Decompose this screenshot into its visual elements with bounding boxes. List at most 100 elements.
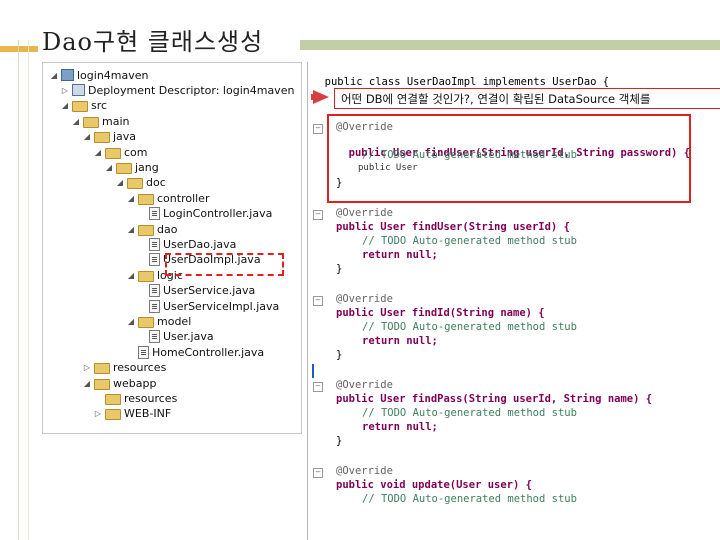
tree-item-label: webapp bbox=[113, 376, 157, 390]
fold-toggle-icon[interactable]: − bbox=[313, 382, 323, 392]
tree-item-label: Deployment Descriptor: login4maven bbox=[88, 83, 295, 97]
tree-item[interactable]: ◢ main bbox=[71, 113, 129, 129]
return-statement: return null; bbox=[362, 335, 438, 347]
callout-box: 어떤 DB에 연결할 것인가?, 연결이 확립된 DataSource 객체를 bbox=[334, 88, 720, 109]
fold-toggle-icon[interactable]: − bbox=[313, 210, 323, 220]
collapse-arrow-icon[interactable]: ◢ bbox=[126, 271, 136, 280]
collapse-arrow-icon[interactable]: ◢ bbox=[60, 101, 70, 110]
slide-title: Dao구현 클래스생성 bbox=[42, 28, 264, 56]
todo-comment: // TODO Auto-generated method stub bbox=[362, 235, 577, 247]
tree-item[interactable]: ◢ java bbox=[82, 129, 136, 145]
title-accent-left bbox=[0, 46, 38, 52]
method-signature: public void update(User user) { bbox=[336, 479, 532, 491]
file-icon bbox=[149, 330, 160, 344]
collapse-arrow-icon[interactable]: ◢ bbox=[126, 317, 136, 326]
expand-arrow-icon[interactable]: ▷ bbox=[93, 409, 103, 418]
tree-item[interactable]: ◢ controller bbox=[126, 190, 209, 206]
tree-item[interactable]: ▷ resources bbox=[82, 360, 166, 376]
folder-icon bbox=[94, 132, 110, 144]
tree-item-label: src bbox=[91, 99, 108, 113]
tree-item[interactable]: ◢ jang bbox=[104, 159, 159, 175]
tree-item-label: model bbox=[157, 314, 192, 328]
tree-item[interactable]: HomeController.java bbox=[126, 344, 264, 360]
file-icon bbox=[149, 284, 160, 298]
override-annotation: @Override bbox=[336, 293, 393, 305]
tree-item[interactable]: UserDao.java bbox=[137, 236, 236, 252]
tree-item[interactable]: LoginController.java bbox=[137, 206, 272, 222]
file-icon bbox=[149, 299, 160, 313]
class-declaration: public class UserDaoImpl implements User… bbox=[312, 64, 609, 88]
tree-item[interactable]: ▷ WEB-INF bbox=[93, 406, 171, 422]
fold-toggle-icon[interactable]: − bbox=[313, 124, 323, 134]
tree-item-label: doc bbox=[146, 176, 166, 190]
expand-arrow-icon[interactable]: ▷ bbox=[60, 86, 70, 95]
override-annotation: @Override bbox=[336, 465, 393, 477]
tree-item[interactable]: ◢ doc bbox=[115, 175, 166, 191]
file-icon bbox=[138, 345, 149, 359]
collapse-arrow-icon[interactable]: ◢ bbox=[126, 194, 136, 203]
project-explorer[interactable]: ◢ login4maven ▷ Deployment Descriptor: logi… bbox=[42, 62, 302, 434]
method-highlight-box bbox=[327, 114, 691, 203]
tree-item[interactable]: User.java bbox=[137, 329, 214, 345]
collapse-arrow-icon[interactable]: ◢ bbox=[126, 225, 136, 234]
tree-item-label: resources bbox=[124, 391, 178, 405]
folder-icon bbox=[105, 393, 121, 405]
descriptor-icon bbox=[72, 84, 85, 97]
folder-icon bbox=[127, 178, 143, 190]
method-close-brace: } bbox=[336, 349, 343, 361]
selected-file-highlight bbox=[165, 253, 284, 276]
tree-item[interactable]: ◢ login4maven bbox=[49, 67, 149, 83]
fold-toggle-icon[interactable]: − bbox=[313, 296, 323, 306]
tree-item[interactable]: ◢ com bbox=[93, 144, 148, 160]
collapse-arrow-icon[interactable]: ◢ bbox=[82, 379, 92, 388]
tree-item[interactable]: ◢ dao bbox=[126, 221, 177, 237]
arrow-icon bbox=[313, 90, 329, 104]
tree-item-label: UserDao.java bbox=[163, 237, 237, 251]
tree-item-label: UserService.java bbox=[163, 284, 256, 298]
tree-item[interactable]: ◢ webapp bbox=[82, 375, 156, 391]
file-icon bbox=[149, 207, 160, 221]
folder-icon bbox=[138, 193, 154, 205]
tree-item-label: login4maven bbox=[77, 68, 149, 82]
method-signature: public User findUser(String userId) { bbox=[336, 221, 570, 233]
file-icon bbox=[149, 237, 160, 251]
folder-icon bbox=[105, 409, 121, 421]
todo-comment: // TODO Auto-generated method stub bbox=[362, 321, 577, 333]
callout-text: 어떤 DB에 연결할 것인가?, 연결이 확립된 DataSource 객체를 bbox=[341, 92, 651, 106]
collapse-arrow-icon[interactable]: ◢ bbox=[93, 148, 103, 157]
tree-item-label: dao bbox=[157, 222, 178, 236]
decor-line bbox=[28, 40, 29, 540]
tree-item[interactable]: UserServiceImpl.java bbox=[137, 298, 279, 314]
slide-title-bar: Dao구현 클래스생성 bbox=[0, 22, 720, 56]
collapse-arrow-icon[interactable]: ◢ bbox=[115, 178, 125, 187]
folder-icon bbox=[105, 147, 121, 159]
tree-item-label: jang bbox=[135, 160, 159, 174]
folder-icon bbox=[138, 316, 154, 328]
file-icon bbox=[149, 253, 160, 267]
collapse-arrow-icon[interactable]: ◢ bbox=[82, 132, 92, 141]
tree-item[interactable]: ◢ src bbox=[60, 98, 107, 114]
return-statement: return null; bbox=[362, 421, 438, 433]
folder-icon bbox=[94, 363, 110, 375]
folder-icon bbox=[72, 101, 88, 113]
fold-toggle-icon[interactable]: − bbox=[313, 468, 323, 478]
tree-item[interactable]: ◢ model bbox=[126, 313, 191, 329]
collapse-arrow-icon[interactable]: ◢ bbox=[71, 117, 81, 126]
folder-icon bbox=[138, 224, 154, 236]
tree-item-label: resources bbox=[113, 361, 167, 375]
title-accent-line bbox=[300, 40, 720, 50]
folder-icon bbox=[83, 116, 99, 128]
tree-item[interactable]: UserService.java bbox=[137, 283, 255, 299]
folder-icon bbox=[94, 378, 110, 390]
tree-item[interactable]: ▷ Deployment Descriptor: login4maven bbox=[60, 82, 295, 98]
return-statement: return null; bbox=[362, 249, 438, 261]
collapse-arrow-icon[interactable]: ◢ bbox=[104, 163, 114, 172]
folder-icon bbox=[138, 270, 154, 282]
tree-item-label: UserServiceImpl.java bbox=[163, 299, 280, 313]
tree-item-label: HomeController.java bbox=[152, 345, 265, 359]
tree-item-label: main bbox=[102, 114, 130, 128]
tree-item-label: java bbox=[113, 130, 137, 144]
expand-arrow-icon[interactable]: ▷ bbox=[82, 363, 92, 372]
tree-item[interactable]: resources bbox=[93, 390, 177, 406]
collapse-arrow-icon[interactable]: ◢ bbox=[49, 71, 59, 80]
